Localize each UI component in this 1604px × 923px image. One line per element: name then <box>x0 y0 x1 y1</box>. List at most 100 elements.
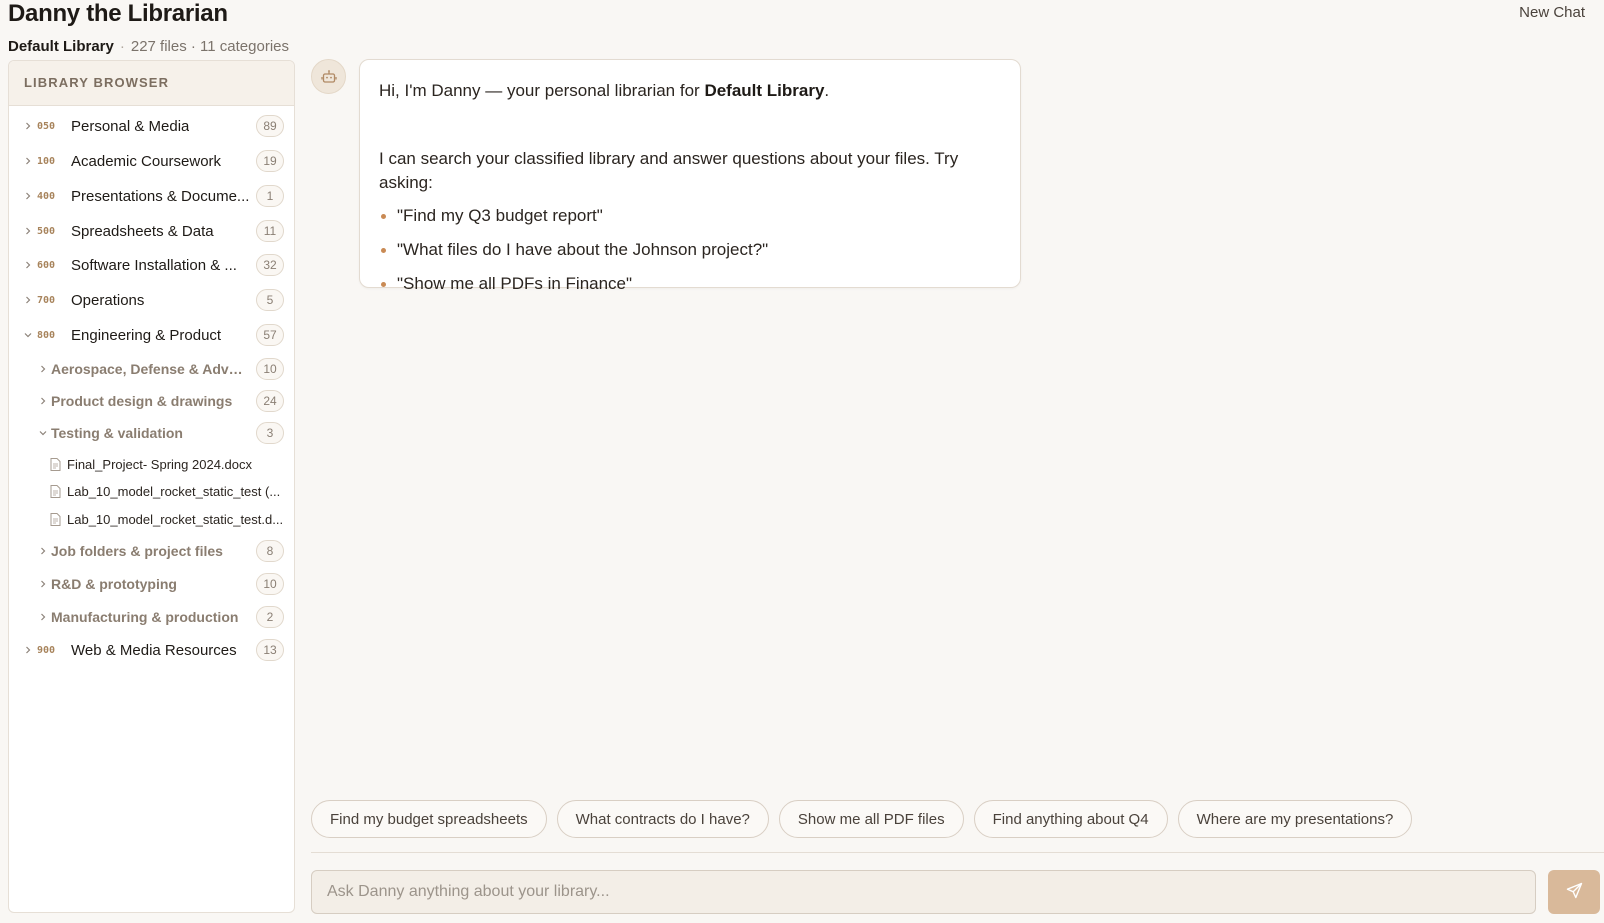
count-badge: 13 <box>256 639 284 661</box>
new-chat-button[interactable]: New Chat <box>1519 4 1585 21</box>
file-item[interactable]: Final_Project- Spring 2024.docx <box>9 451 294 477</box>
example-list: "Find my Q3 budget report" "What files d… <box>379 204 1001 296</box>
count-badge: 89 <box>256 115 284 137</box>
suggestion-chips: Find my budget spreadsheets What contrac… <box>311 800 1413 838</box>
chevron-down-icon[interactable] <box>23 330 33 340</box>
subcategory-label: Manufacturing & production <box>51 609 239 625</box>
library-browser-sidebar: LIBRARY BROWSER 050 Personal & Media 89 … <box>8 60 295 913</box>
intro-text: I can search your classified library and… <box>379 149 959 192</box>
chevron-right-icon[interactable] <box>23 645 33 655</box>
subcategory-row[interactable]: Aerospace, Defense & Advan... 10 <box>9 354 294 384</box>
chevron-right-icon[interactable] <box>23 121 33 131</box>
category-code: 400 <box>37 190 56 202</box>
category-code: 050 <box>37 120 56 132</box>
chevron-right-icon[interactable] <box>38 364 48 374</box>
greeting-library-name: Default Library <box>704 81 825 100</box>
subcategory-label: Aerospace, Defense & Advan... <box>51 361 246 377</box>
category-label: Spreadsheets & Data <box>71 222 214 240</box>
count-badge: 2 <box>256 606 284 628</box>
category-row[interactable]: 050 Personal & Media 89 <box>9 111 294 141</box>
subcategory-label: Testing & validation <box>51 425 183 441</box>
chat-input[interactable] <box>311 870 1536 914</box>
chevron-right-icon[interactable] <box>38 546 48 556</box>
count-badge: 57 <box>256 324 284 346</box>
count-badge: 19 <box>256 150 284 172</box>
chevron-right-icon[interactable] <box>23 156 33 166</box>
category-code: 700 <box>37 294 56 306</box>
subcategory-label: Product design & drawings <box>51 393 233 409</box>
example-item: "What files do I have about the Johnson … <box>379 238 1001 262</box>
subcategory-label: Job folders & project files <box>51 543 223 559</box>
category-label: Software Installation & ... <box>71 256 237 274</box>
category-label: Engineering & Product <box>71 326 222 344</box>
category-row[interactable]: 600 Software Installation & ... 32 <box>9 250 294 280</box>
example-item: "Show me all PDFs in Finance" <box>379 272 1001 296</box>
category-label: Personal & Media <box>71 117 190 135</box>
file-name: Lab_10_model_rocket_static_test.d... <box>67 511 284 527</box>
category-row[interactable]: 100 Academic Coursework 19 <box>9 146 294 176</box>
count-badge: 24 <box>256 390 284 412</box>
subcategory-label: R&D & prototyping <box>51 576 177 592</box>
count-badge: 1 <box>256 185 284 207</box>
chevron-right-icon[interactable] <box>23 260 33 270</box>
library-subtitle: Default Library · 227 files · 11 categorie… <box>8 38 289 55</box>
count-badge: 8 <box>256 540 284 562</box>
app-root: Danny the Librarian New Chat Default Lib… <box>0 0 1604 923</box>
suggestion-chip[interactable]: Where are my presentations? <box>1177 800 1413 838</box>
subcategory-row[interactable]: R&D & prototyping 10 <box>9 569 294 599</box>
chevron-right-icon[interactable] <box>38 579 48 589</box>
app-title: Danny the Librarian <box>8 0 228 27</box>
subcategory-row[interactable]: Testing & validation 3 <box>9 418 294 448</box>
suggestion-chip[interactable]: Find anything about Q4 <box>973 800 1168 838</box>
robot-icon <box>311 59 346 94</box>
category-row[interactable]: 800 Engineering & Product 57 <box>9 320 294 350</box>
file-icon <box>50 512 61 526</box>
category-label: Operations <box>71 291 145 309</box>
file-item[interactable]: Lab_10_model_rocket_static_test.d... <box>9 506 294 532</box>
file-name: Lab_10_model_rocket_static_test (... <box>67 483 281 499</box>
count-badge: 3 <box>256 422 284 444</box>
category-code: 100 <box>37 155 56 167</box>
category-row[interactable]: 500 Spreadsheets & Data 11 <box>9 216 294 246</box>
greeting-text: Hi, I'm Danny — your personal librarian … <box>379 81 705 100</box>
category-row[interactable]: 900 Web & Media Resources 13 <box>9 635 294 665</box>
library-name[interactable]: Default Library <box>8 38 114 55</box>
chevron-right-icon[interactable] <box>23 191 33 201</box>
file-icon <box>50 484 61 498</box>
count-badge: 11 <box>256 220 284 242</box>
file-icon <box>50 457 61 471</box>
count-badge: 10 <box>256 573 284 595</box>
chevron-right-icon[interactable] <box>38 396 48 406</box>
category-code: 900 <box>37 644 56 656</box>
subtitle-separator: · <box>119 38 125 55</box>
greeting-end: . <box>824 81 830 100</box>
sidebar-heading: LIBRARY BROWSER <box>9 61 294 106</box>
category-label: Academic Coursework <box>71 152 222 170</box>
library-stats: 227 files · 11 categories <box>130 38 290 55</box>
send-button[interactable] <box>1548 870 1600 914</box>
category-code: 600 <box>37 259 56 271</box>
chevron-right-icon[interactable] <box>23 226 33 236</box>
assistant-message: Hi, I'm Danny — your personal librarian … <box>359 59 1021 293</box>
count-badge: 5 <box>256 289 284 311</box>
suggestion-chip[interactable]: What contracts do I have? <box>556 800 769 838</box>
file-item[interactable]: Lab_10_model_rocket_static_test (... <box>9 478 294 504</box>
file-name: Final_Project- Spring 2024.docx <box>67 456 252 472</box>
count-badge: 32 <box>256 254 284 276</box>
category-row[interactable]: 400 Presentations & Docume... 1 <box>9 181 294 211</box>
category-label: Web & Media Resources <box>71 641 237 659</box>
subcategory-row[interactable]: Job folders & project files 8 <box>9 536 294 566</box>
example-item: "Find my Q3 budget report" <box>379 204 1001 228</box>
count-badge: 10 <box>256 358 284 380</box>
category-label: Presentations & Docume... <box>71 187 250 205</box>
greeting: Hi, I'm Danny — your personal librarian … <box>379 79 1001 103</box>
suggestion-chip[interactable]: Find my budget spreadsheets <box>311 800 547 838</box>
category-code: 800 <box>37 329 56 341</box>
category-row[interactable]: 700 Operations 5 <box>9 285 294 315</box>
chevron-right-icon[interactable] <box>23 295 33 305</box>
subcategory-row[interactable]: Product design & drawings 24 <box>9 386 294 416</box>
chevron-down-icon[interactable] <box>38 428 48 438</box>
subcategory-row[interactable]: Manufacturing & production 2 <box>9 602 294 632</box>
chevron-right-icon[interactable] <box>38 612 48 622</box>
suggestion-chip[interactable]: Show me all PDF files <box>778 800 964 838</box>
